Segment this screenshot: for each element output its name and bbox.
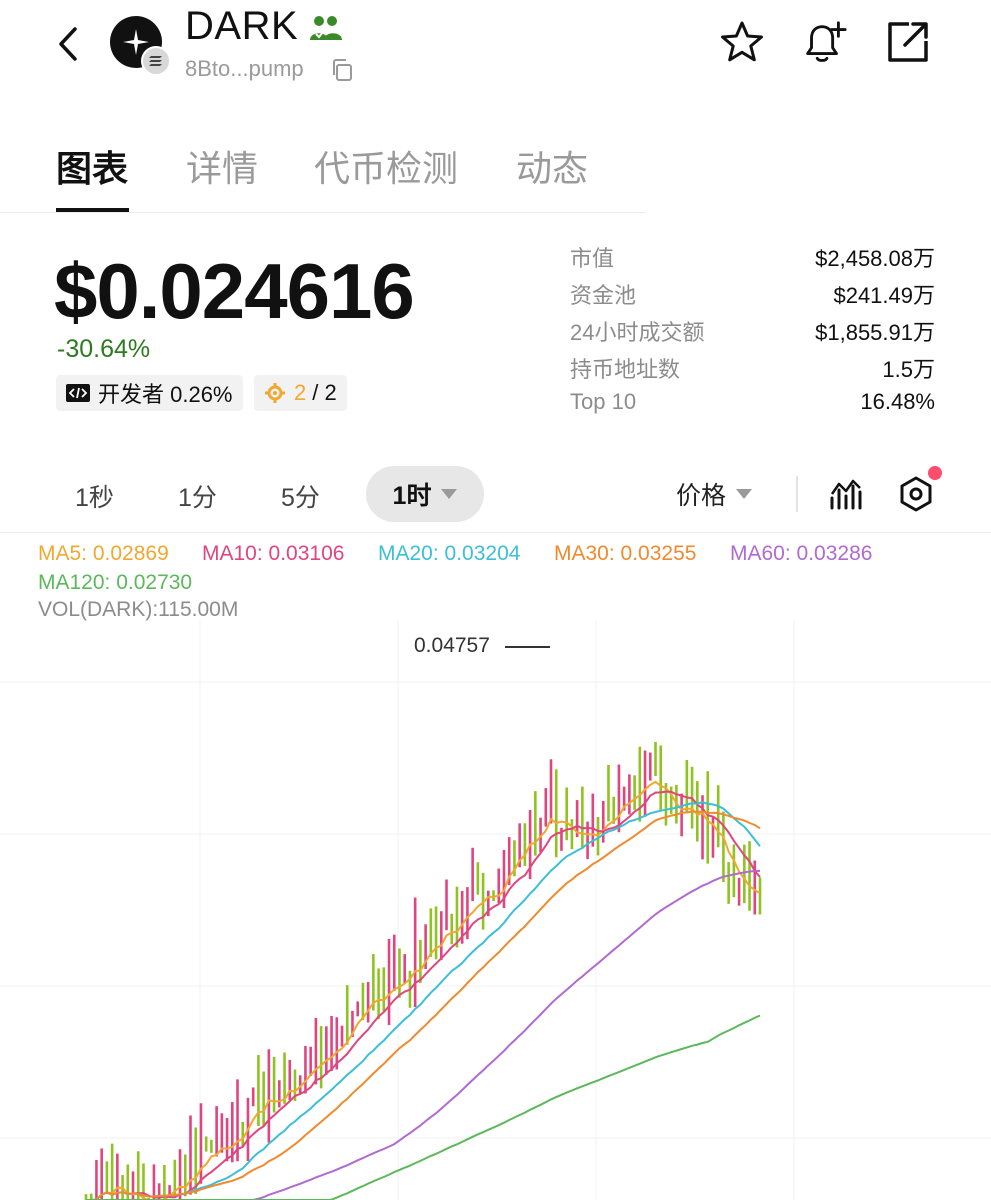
tab-activity[interactable]: 动态 (516, 140, 588, 192)
developer-holding-chip[interactable]: 开发者 0.26% (56, 375, 243, 411)
ma-line (86, 869, 761, 1200)
favorite-button[interactable] (718, 18, 766, 66)
toolbar-divider (796, 476, 798, 512)
interval-1s[interactable]: 1秒 (75, 478, 114, 514)
stat-label-holders: 持币地址数 (570, 357, 681, 382)
hexagon-settings-icon (900, 476, 932, 512)
chart-settings-button[interactable] (896, 474, 936, 514)
stat-label-24h-volume: 24小时成交额 (570, 320, 705, 345)
max-price-marker-line (505, 646, 550, 648)
ma60-legend: MA60: 0.03286 (730, 542, 873, 565)
candlestick-chart[interactable] (0, 620, 991, 1200)
tab-chart[interactable]: 图表 (56, 140, 128, 192)
solana-chain-badge (141, 46, 171, 76)
bell-plus-icon (806, 21, 847, 62)
chart-grid (0, 620, 991, 1200)
ma10-legend: MA10: 0.03106 (202, 542, 345, 565)
price-mode-label: 价格 (676, 482, 727, 510)
ma-line (86, 790, 761, 1200)
notification-dot (928, 466, 942, 480)
ma30-legend: MA30: 0.03255 (554, 542, 697, 565)
volume-legend: VOL(DARK):115.00M (38, 598, 239, 621)
indicator-chart-icon (830, 479, 862, 510)
price-alert-button[interactable] (800, 18, 848, 66)
share-button[interactable] (884, 18, 932, 66)
code-icon (66, 384, 90, 402)
interval-1h-label: 1时 (392, 482, 432, 510)
stat-value-holders: 1.5万 (882, 357, 935, 382)
caret-down-icon (441, 489, 458, 499)
tab-divider (0, 212, 646, 213)
stat-value-24h-volume: $1,855.91万 (815, 320, 935, 345)
sniper-count-chip[interactable]: 2 / 2 (254, 375, 347, 411)
stat-value-market-cap: $2,458.08万 (815, 246, 935, 271)
copy-icon[interactable] (330, 58, 354, 82)
current-price: $0.024616 (54, 247, 415, 335)
indicators-button[interactable] (826, 474, 866, 514)
chevron-left-icon (59, 27, 77, 61)
target-icon (265, 383, 285, 403)
interval-1h-dropdown[interactable]: 1时 (366, 466, 484, 522)
solana-icon (149, 56, 162, 66)
external-link-icon (888, 22, 928, 62)
back-button[interactable] (48, 22, 88, 66)
tab-token-check[interactable]: 代币检测 (314, 140, 458, 192)
tab-details[interactable]: 详情 (186, 140, 258, 192)
caret-down-icon (736, 489, 753, 499)
stat-label-market-cap: 市值 (570, 246, 615, 271)
chart-separator (0, 532, 991, 533)
ma-line (86, 810, 761, 1200)
developer-holding-label: 开发者 0.26% (98, 382, 233, 407)
interval-5m[interactable]: 5分 (281, 478, 320, 514)
ma20-legend: MA20: 0.03204 (378, 542, 521, 565)
price-change: -30.64% (57, 335, 151, 363)
stat-value-liquidity: $241.49万 (833, 283, 935, 308)
star-icon (721, 21, 763, 62)
max-price-label: 0.04757 (414, 634, 490, 657)
stat-label-liquidity: 资金池 (570, 283, 637, 308)
interval-1m[interactable]: 1分 (178, 478, 217, 514)
ma5-legend: MA5: 0.02869 (38, 542, 169, 565)
ma120-legend: MA120: 0.02730 (38, 571, 193, 594)
community-icon[interactable] (308, 14, 344, 42)
token-name: DARK (185, 4, 299, 48)
ma-line (86, 800, 761, 1200)
token-address: 8Bto...pump (185, 56, 304, 81)
stat-value-top10: 16.48% (860, 389, 935, 414)
ma-line (86, 1014, 761, 1200)
stat-label-top10: Top 10 (570, 389, 637, 414)
price-mode-dropdown[interactable]: 价格 (676, 476, 753, 512)
ma-lines (86, 780, 761, 1200)
sniper-count: 2 (294, 380, 307, 405)
ma-line (86, 780, 761, 1200)
sniper-total: / 2 (312, 380, 337, 405)
